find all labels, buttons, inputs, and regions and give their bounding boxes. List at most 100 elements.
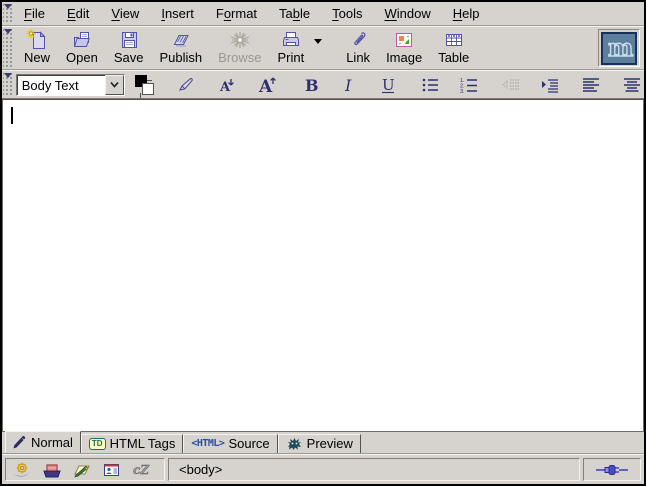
main-toolbar: New Open	[2, 26, 644, 70]
tab-label: Preview	[307, 436, 353, 451]
element-path: <body>	[179, 462, 222, 477]
link-icon	[348, 30, 368, 50]
background-color-swatch[interactable]	[142, 83, 154, 95]
composer-icon[interactable]	[70, 461, 93, 479]
toolbar-grippy[interactable]	[3, 72, 13, 97]
menu-edit[interactable]: Edit	[59, 3, 97, 24]
button-label: Publish	[159, 50, 202, 65]
publish-icon	[169, 30, 193, 50]
decrease-font-size-button[interactable]: A	[215, 73, 238, 97]
italic-button[interactable]: I	[337, 73, 360, 97]
bullet-list-button[interactable]	[418, 73, 441, 97]
save-floppy-icon	[119, 30, 139, 50]
button-label: Image	[386, 50, 422, 65]
button-label: Browse	[218, 50, 261, 65]
html-markup-icon: <HTML>	[191, 438, 224, 449]
highlight-pen-button[interactable]	[174, 73, 197, 97]
svg-text:3.: 3.	[460, 89, 465, 93]
svg-text:I: I	[344, 76, 352, 94]
menu-file[interactable]: File	[16, 3, 53, 24]
underline-button[interactable]: U	[377, 73, 400, 97]
editor-canvas[interactable]	[2, 99, 644, 432]
menu-bar: File Edit View Insert Format Table Tools…	[2, 2, 644, 26]
addressbook-icon[interactable]	[100, 461, 123, 479]
align-left-icon	[582, 77, 600, 92]
bold-icon: B	[302, 76, 318, 94]
menu-window[interactable]: Window	[377, 3, 439, 24]
pen-icon	[13, 436, 27, 449]
increase-font-icon: A	[258, 75, 278, 95]
save-button[interactable]: Save	[106, 28, 152, 68]
paragraph-style-select[interactable]: Body Text	[16, 74, 125, 96]
highlight-pen-icon	[177, 77, 195, 93]
menu-view[interactable]: View	[103, 3, 147, 24]
bold-button[interactable]: B	[298, 73, 321, 97]
align-left-button[interactable]	[579, 73, 602, 97]
online-status-panel[interactable]	[583, 458, 641, 481]
image-button[interactable]: Image	[378, 28, 430, 68]
new-button[interactable]: New	[16, 28, 58, 68]
image-icon	[394, 30, 414, 50]
table-icon	[443, 30, 465, 50]
print-dropdown-arrow[interactable]	[312, 28, 324, 68]
online-plug-icon	[595, 464, 629, 476]
composer-window: File Edit View Insert Format Table Tools…	[0, 0, 646, 486]
button-label: Save	[114, 50, 144, 65]
menu-format[interactable]: Format	[208, 3, 265, 24]
tab-label: Normal	[31, 435, 73, 450]
component-bar: cZ	[5, 458, 165, 481]
link-button[interactable]: Link	[338, 28, 378, 68]
align-center-button[interactable]	[621, 73, 644, 97]
toolbar-grippy[interactable]	[3, 28, 13, 68]
print-icon	[280, 30, 302, 50]
tab-source[interactable]: <HTML> Source	[183, 434, 277, 453]
outdent-button[interactable]	[499, 73, 522, 97]
open-button[interactable]: Open	[58, 28, 106, 68]
button-label: Table	[438, 50, 469, 65]
button-label: Link	[346, 50, 370, 65]
status-bar: cZ <body>	[2, 454, 644, 484]
publish-button[interactable]: Publish	[151, 28, 210, 68]
italic-icon: I	[342, 76, 356, 94]
outdent-icon	[501, 77, 520, 93]
new-page-icon	[26, 29, 48, 50]
tab-label: HTML Tags	[110, 436, 176, 451]
increase-font-size-button[interactable]: A	[257, 73, 280, 97]
tab-label: Source	[228, 436, 269, 451]
chatzilla-letters: cZ	[133, 463, 150, 477]
tab-preview[interactable]: Preview	[278, 434, 361, 453]
print-button[interactable]: Print	[269, 28, 312, 68]
logo-letter: m	[608, 34, 633, 62]
menu-help[interactable]: Help	[445, 3, 488, 24]
browse-icon	[229, 30, 251, 50]
format-toolbar: Body Text A A	[2, 70, 644, 99]
numbered-list-icon: 1. 2. 3.	[460, 77, 478, 93]
toolbar-grippy[interactable]	[3, 3, 13, 24]
open-folder-icon	[71, 30, 93, 50]
mozilla-preview-icon	[286, 437, 303, 450]
mozilla-logo-button[interactable]: m	[598, 29, 640, 67]
decrease-font-icon: A	[218, 76, 236, 94]
indent-button[interactable]	[538, 73, 561, 97]
svg-text:B: B	[305, 76, 318, 94]
navigator-icon[interactable]	[10, 461, 33, 479]
mozilla-logo: m	[601, 32, 637, 65]
browse-button[interactable]: Browse	[210, 28, 269, 68]
text-caret	[11, 107, 13, 124]
chatzilla-icon[interactable]: cZ	[130, 461, 153, 479]
button-label: New	[24, 50, 50, 65]
menu-insert[interactable]: Insert	[153, 3, 202, 24]
tab-normal[interactable]: Normal	[5, 431, 81, 453]
bullet-list-icon	[421, 77, 439, 93]
numbered-list-button[interactable]: 1. 2. 3.	[457, 73, 480, 97]
tab-html-tags[interactable]: TD HTML Tags	[81, 434, 183, 453]
indent-icon	[540, 77, 559, 93]
menu-tools[interactable]: Tools	[324, 3, 370, 24]
menu-table[interactable]: Table	[271, 3, 318, 24]
button-label: Open	[66, 50, 98, 65]
table-button[interactable]: Table	[430, 28, 477, 68]
mail-icon[interactable]	[40, 461, 63, 479]
svg-text:A: A	[219, 80, 231, 94]
text-color-picker[interactable]	[135, 74, 156, 96]
chevron-down-icon[interactable]	[105, 75, 124, 95]
